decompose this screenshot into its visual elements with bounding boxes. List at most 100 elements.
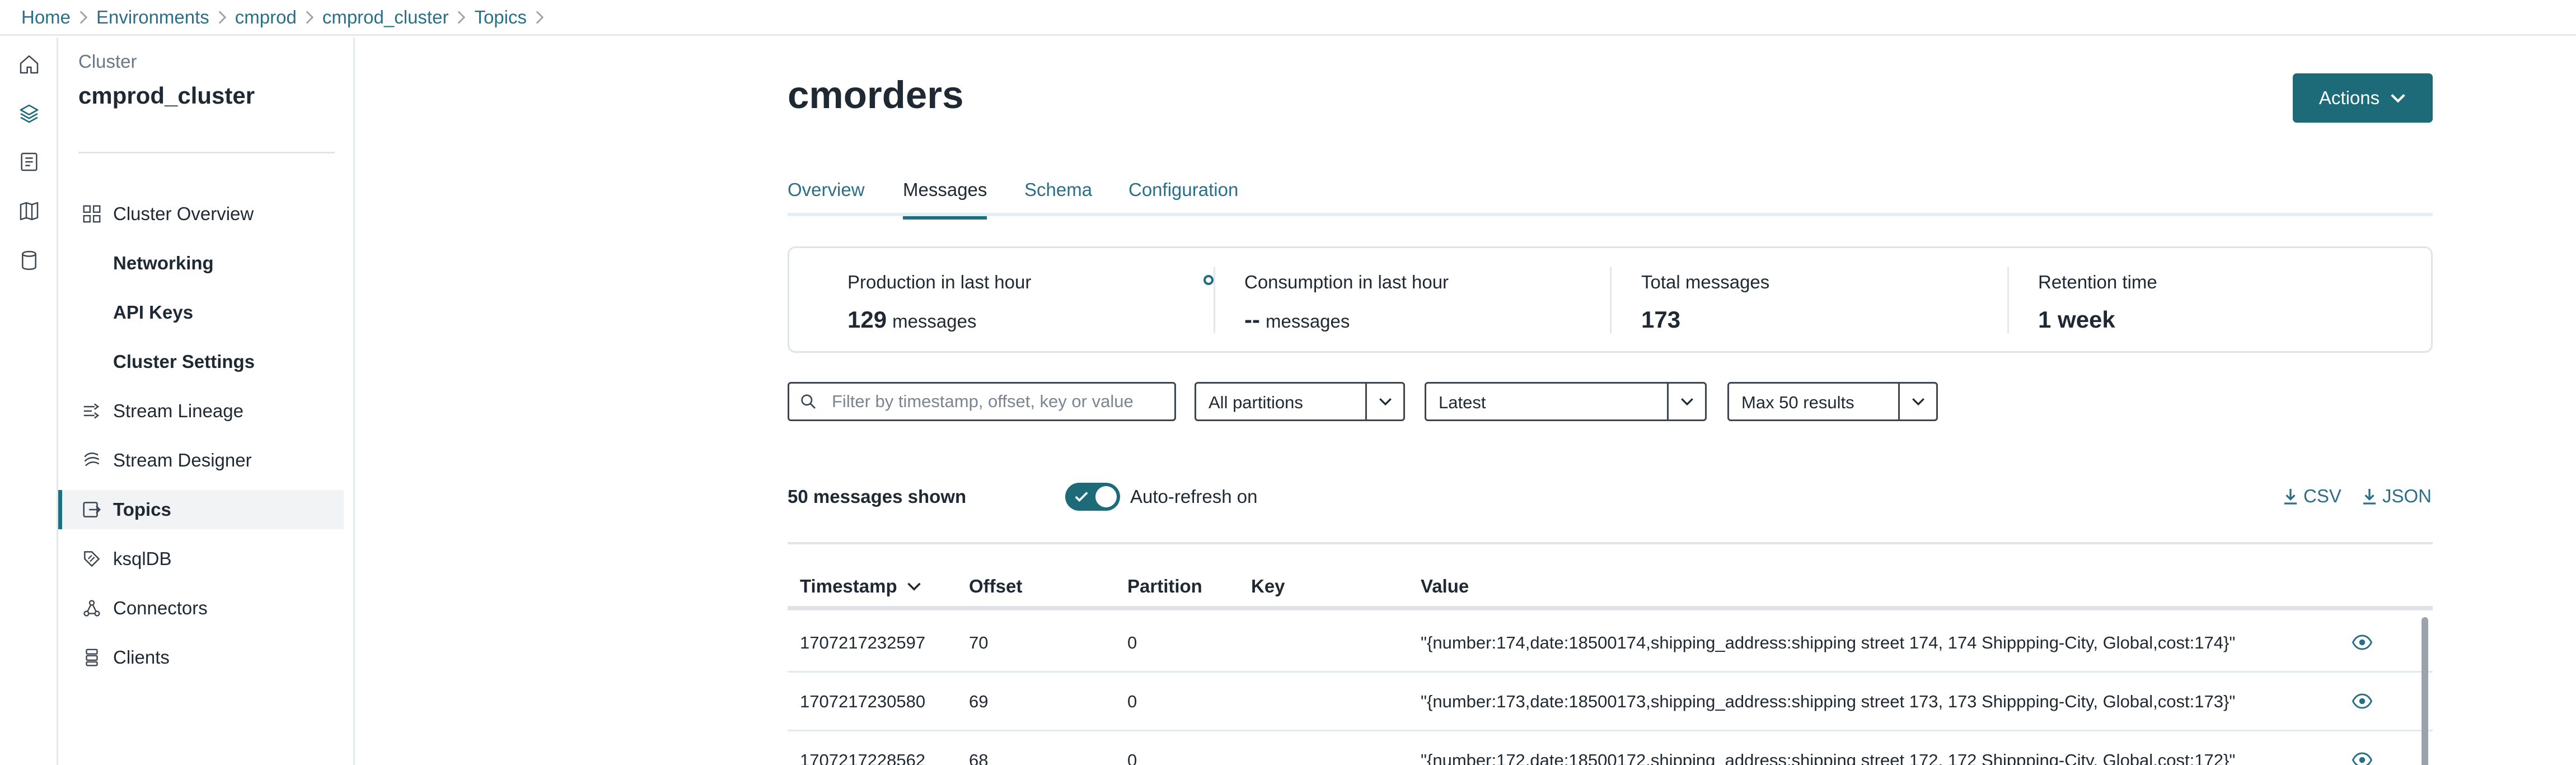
stat-label: Total messages: [1641, 272, 1770, 292]
search-placeholder: Filter by timestamp, offset, key or valu…: [832, 391, 1134, 411]
stat-value: -- messages: [1244, 306, 1350, 333]
column-header-offset: Offset: [969, 576, 1023, 596]
stat-unit: messages: [1265, 311, 1350, 332]
stat-value: 129 messages: [847, 306, 976, 333]
cell-value: "{number:172,date:18500172,shipping_addr…: [1421, 750, 2236, 765]
actions-button-label: Actions: [2319, 87, 2380, 108]
sidebar-item-cluster-settings[interactable]: Cluster Settings: [58, 342, 344, 381]
stat-number: 1 week: [2038, 306, 2115, 333]
chevron-down-icon: [907, 582, 921, 591]
stat-label: Consumption in last hour: [1244, 272, 1449, 292]
page-title: cmorders: [788, 73, 964, 116]
sidebar-caption: Cluster: [78, 51, 137, 72]
chevron-right-icon: [448, 10, 474, 25]
sidebar-item-label: Stream Lineage: [113, 400, 243, 421]
cell-value: "{number:173,date:18500173,shipping_addr…: [1421, 692, 2236, 711]
stat-unit: messages: [892, 311, 977, 332]
stat-value: 173: [1641, 306, 1680, 333]
database-icon[interactable]: [17, 248, 41, 273]
sidebar-item-label: Cluster Settings: [113, 351, 255, 372]
sidebar-item-ksqldb[interactable]: ksqlDB: [58, 539, 344, 579]
stat-number: 173: [1641, 306, 1681, 333]
topic-tabs: Overview Messages Schema Configuration: [788, 177, 2433, 220]
sidebar-item-topics[interactable]: Topics: [58, 490, 344, 529]
chevron-right-icon: [71, 10, 96, 25]
sidebar-item-stream-lineage[interactable]: Stream Lineage: [58, 391, 344, 431]
column-header-label: Timestamp: [800, 576, 897, 596]
toggle-knob: [1095, 486, 1117, 507]
notebook-icon[interactable]: [17, 150, 41, 174]
sidebar-item-networking[interactable]: Networking: [58, 244, 344, 283]
download-icon: [2363, 489, 2376, 505]
actions-button[interactable]: Actions: [2293, 73, 2433, 123]
stat-label: Retention time: [2038, 272, 2157, 292]
column-header-value: Value: [1421, 576, 1469, 596]
breadcrumb-cmprod[interactable]: cmprod: [235, 7, 297, 28]
eye-icon[interactable]: [2352, 752, 2372, 765]
breadcrumb-cluster[interactable]: cmprod_cluster: [322, 7, 449, 28]
sidebar-item-label: Connectors: [113, 598, 208, 618]
sidebar-item-clients[interactable]: Clients: [58, 638, 344, 677]
sidebar-item-label: ksqlDB: [113, 548, 172, 569]
column-header-timestamp[interactable]: Timestamp: [800, 576, 922, 597]
table-row[interactable]: 1707217232597 70 0 "{number:174,date:185…: [788, 614, 2433, 673]
cell-timestamp: 1707217232597: [800, 633, 926, 652]
chevron-down-icon: [1667, 384, 1705, 419]
lineage-icon: [81, 400, 103, 422]
table-row[interactable]: 1707217230580 69 0 "{number:173,date:185…: [788, 673, 2433, 731]
chevron-right-icon: [209, 10, 235, 25]
download-json-label: JSON: [2382, 486, 2432, 506]
home-icon[interactable]: [17, 52, 41, 77]
table-scrollbar[interactable]: [2422, 617, 2428, 765]
stat-label: Production in last hour: [847, 272, 1032, 292]
sidebar-item-label: Stream Designer: [113, 450, 252, 470]
search-input[interactable]: Filter by timestamp, offset, key or valu…: [788, 382, 1176, 421]
grid-icon: [81, 203, 103, 225]
stat-divider: [1610, 267, 1612, 333]
live-indicator-icon: [1203, 275, 1214, 285]
column-header-partition: Partition: [1127, 576, 1202, 596]
chevron-down-icon: [2391, 94, 2405, 103]
sidebar-item-label: API Keys: [113, 302, 194, 323]
offset-select[interactable]: Latest: [1425, 382, 1707, 421]
chevron-right-icon: [297, 10, 322, 25]
connectors-icon: [81, 597, 103, 619]
sidebar-item-connectors[interactable]: Connectors: [58, 589, 344, 628]
sidebar-cluster-name: cmprod_cluster: [78, 82, 255, 109]
sidebar-item-label: Networking: [113, 253, 214, 273]
tab-messages[interactable]: Messages: [903, 177, 987, 220]
map-icon[interactable]: [17, 199, 41, 223]
sidebar-item-stream-designer[interactable]: Stream Designer: [58, 441, 344, 480]
download-json-button[interactable]: JSON: [2362, 485, 2432, 507]
sidebar-item-api-keys[interactable]: API Keys: [58, 293, 344, 332]
cell-partition: 0: [1127, 750, 1137, 765]
layers-icon[interactable]: [17, 101, 41, 126]
clients-icon: [81, 646, 103, 669]
stat-divider: [2007, 267, 2009, 333]
stat-number: --: [1244, 306, 1260, 333]
auto-refresh-toggle[interactable]: [1065, 483, 1120, 511]
download-csv-button[interactable]: CSV: [2283, 485, 2341, 507]
chevron-down-icon: [1898, 384, 1936, 419]
partition-select[interactable]: All partitions: [1195, 382, 1405, 421]
eye-icon[interactable]: [2352, 693, 2372, 710]
chevron-down-icon: [1365, 384, 1403, 419]
eye-icon[interactable]: [2352, 634, 2372, 651]
table-row[interactable]: 1707217228562 68 0 "{number:172,date:185…: [788, 731, 2433, 765]
auto-refresh-label: Auto-refresh on: [1130, 486, 1258, 507]
chevron-right-icon: [527, 10, 552, 25]
limit-select[interactable]: Max 50 results: [1727, 382, 1938, 421]
download-icon: [2284, 489, 2297, 505]
tab-overview[interactable]: Overview: [788, 177, 865, 216]
tab-schema[interactable]: Schema: [1024, 177, 1092, 216]
column-header-key: Key: [1251, 576, 1285, 596]
breadcrumb-topics[interactable]: Topics: [474, 7, 527, 28]
breadcrumb-environments[interactable]: Environments: [96, 7, 209, 28]
sidebar-divider: [78, 152, 335, 153]
breadcrumb-home[interactable]: Home: [21, 7, 71, 28]
search-icon: [801, 394, 816, 409]
sidebar-item-cluster-overview[interactable]: Cluster Overview: [58, 194, 344, 234]
tab-configuration[interactable]: Configuration: [1128, 177, 1238, 216]
breadcrumb: Home Environments cmprod cmprod_cluster …: [0, 0, 2576, 36]
topics-icon: [81, 498, 103, 521]
